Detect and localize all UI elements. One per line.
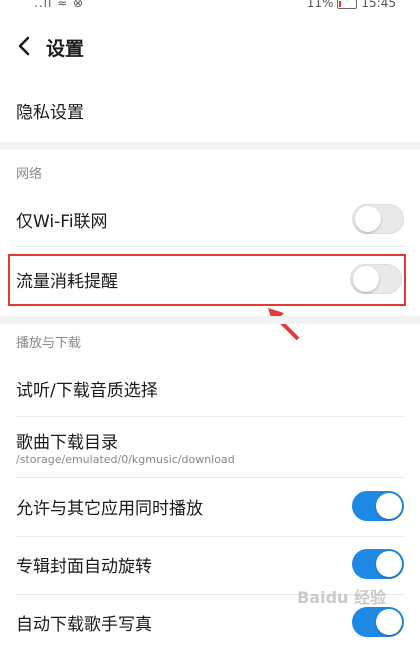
wifi-only-toggle[interactable] [352,204,404,234]
audio-quality-label: 试听/下载音质选择 [16,381,158,401]
red-arrow-icon [268,308,300,341]
auto-photo-toggle[interactable] [352,607,404,637]
battery-icon [337,0,358,9]
section-label-download: 播放与下载 [16,336,82,351]
status-time: 15:45 [361,0,396,10]
privacy-settings-item[interactable]: 隐私设置 [0,86,420,132]
divider [16,246,404,247]
section-gap [0,142,420,150]
auto-photo-label: 自动下载歌手写真 [16,615,152,635]
divider [16,536,404,537]
highlight-box [8,254,406,306]
download-dir-item[interactable]: 歌曲下载目录 /storage/emulated/0/kgmusic/downl… [0,420,420,472]
download-dir-label: 歌曲下载目录 [16,433,118,453]
privacy-settings-label: 隐私设置 [16,103,84,123]
toggle-knob [376,609,402,635]
concurrent-play-label: 允许与其它应用同时播放 [16,499,203,519]
divider [16,477,404,478]
status-right: 11% 15:45 [307,0,396,10]
download-dir-path: /storage/emulated/0/kgmusic/download [16,453,235,466]
toggle-knob [376,551,402,577]
toggle-knob [355,206,381,232]
divider [16,416,404,417]
page-title: 设置 [46,38,85,60]
cover-rotate-toggle[interactable] [352,549,404,579]
section-label-network: 网络 [16,167,43,182]
concurrent-play-item[interactable]: 允许与其它应用同时播放 [0,482,420,532]
header: 设置 [0,22,420,72]
toggle-knob [376,493,402,519]
concurrent-play-toggle[interactable] [352,491,404,521]
section-gap [0,316,420,324]
baidu-watermark: Baidu 经验 [297,588,386,607]
signal-icons: ..ll ≈ ⊗ [34,0,85,10]
audio-quality-item[interactable]: 试听/下载音质选择 [0,364,420,414]
cover-rotate-item[interactable]: 专辑封面自动旋转 [0,540,420,590]
battery-percent: 11% [306,0,334,10]
back-arrow-icon[interactable] [12,32,40,60]
status-bar: ..ll ≈ ⊗ 11% 15:45 [0,0,420,14]
cover-rotate-label: 专辑封面自动旋转 [16,557,152,577]
wifi-only-label: 仅Wi-Fi联网 [16,212,108,232]
wifi-only-item[interactable]: 仅Wi-Fi联网 [0,196,420,244]
